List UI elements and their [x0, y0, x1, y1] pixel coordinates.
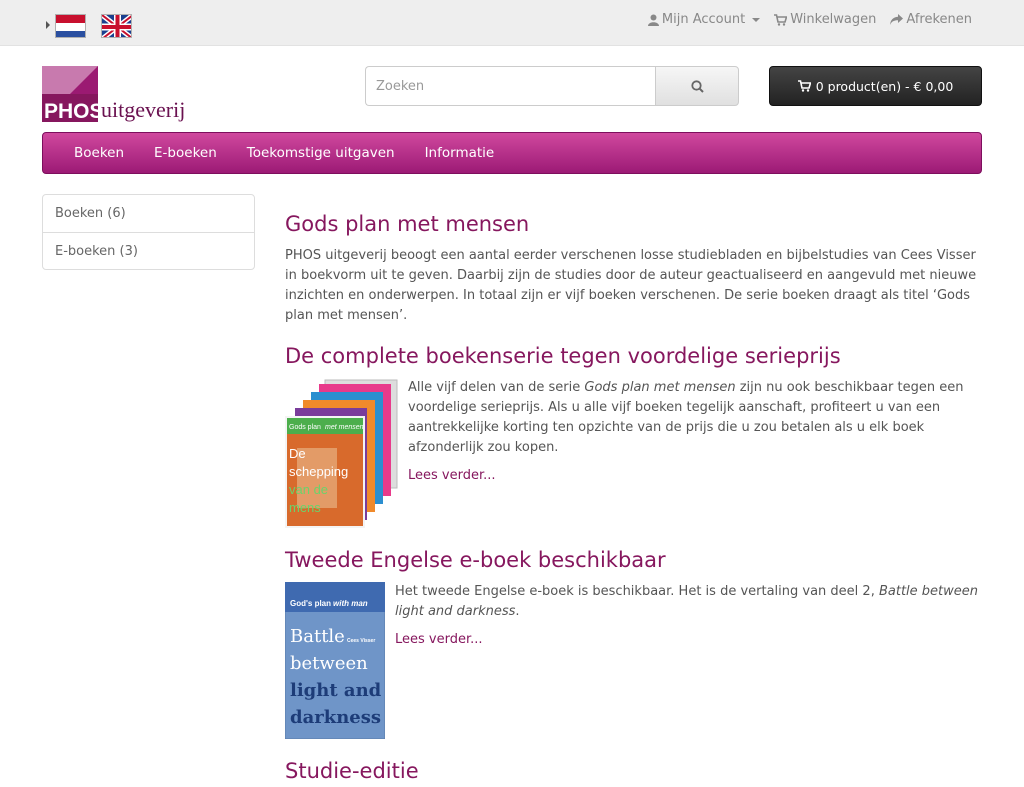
article-ebook: God's plan with man Cees Visser Battle b…: [284, 581, 982, 740]
menu-item-informatie[interactable]: Informatie: [410, 145, 510, 161]
ebook-cover-series-em: with man: [333, 599, 368, 608]
top-bar: Mijn Account Winkelwagen Afrekenen: [0, 0, 1024, 46]
read-more-link[interactable]: Lees verder...: [408, 468, 496, 483]
search-button[interactable]: [655, 66, 739, 106]
series-cover-word: schepping: [289, 464, 348, 479]
checkout-link-label: Afrekenen: [906, 12, 972, 27]
flag-nl-icon[interactable]: [55, 14, 86, 38]
chevron-down-icon: [752, 17, 761, 22]
cart-summary-button[interactable]: 0 product(en) - € 0,00: [769, 66, 982, 106]
cart-icon: [797, 80, 811, 92]
main-content: Gods plan met mensen PHOS uitgeverij beo…: [284, 208, 982, 787]
ebook-cover-word: Battle: [290, 626, 345, 647]
ebook-cover-word: light and: [290, 680, 382, 701]
article-body: Alle vijf delen van de serie Gods plan m…: [408, 378, 982, 528]
share-arrow-icon: [890, 13, 904, 25]
article-body: Het tweede Engelse e-boek is beschikbaar…: [395, 582, 982, 739]
ebook-cover-series: God's plan: [290, 599, 331, 608]
article-text: Alle vijf delen van de serie Gods plan m…: [408, 380, 964, 455]
cart-link[interactable]: Winkelwagen: [774, 12, 876, 27]
search-input[interactable]: [365, 66, 655, 106]
article-title[interactable]: De complete boekenserie tegen voordelige…: [285, 340, 982, 372]
series-cover-word: De: [289, 446, 306, 461]
menu-item-boeken[interactable]: Boeken: [59, 145, 139, 161]
ebook-cover-author: Cees Visser: [347, 638, 375, 644]
read-more-link[interactable]: Lees verder...: [395, 632, 483, 647]
ebook-cover-word: darkness: [290, 707, 381, 728]
my-account-label: Mijn Account: [661, 12, 746, 27]
article-title[interactable]: Studie-editie: [285, 755, 982, 787]
series-cover-label: Gods plan: [289, 424, 321, 431]
book-series-cover-image[interactable]: Gods plan met mensen De schepping van de…: [285, 378, 408, 528]
main-menu: Boeken E-boeken Toekomstige uitgaven Inf…: [42, 132, 982, 174]
site-logo[interactable]: PHOS uitgeverij: [42, 66, 187, 124]
top-navigation: Mijn Account Winkelwagen Afrekenen: [647, 12, 972, 27]
logo-subtitle: uitgeverij: [101, 97, 185, 122]
checkout-link[interactable]: Afrekenen: [890, 12, 972, 27]
cart-icon: [774, 13, 788, 26]
page-title: Gods plan met mensen: [285, 212, 530, 236]
user-icon: [647, 14, 659, 26]
menu-item-toekomstige-uitgaven[interactable]: Toekomstige uitgaven: [232, 145, 410, 161]
cart-link-label: Winkelwagen: [790, 12, 877, 27]
my-account-link[interactable]: Mijn Account: [647, 12, 761, 27]
category-sidebar: Boeken (6) E-boeken (3): [42, 194, 255, 270]
logo-brand: PHOS: [44, 100, 104, 123]
series-cover-label-em: met mensen: [325, 424, 364, 431]
cart-summary-label: 0 product(en) - € 0,00: [815, 78, 954, 94]
sidebar-item-e-boeken[interactable]: E-boeken (3): [43, 232, 254, 269]
intro-text: PHOS uitgeverij beoogt een aantal eerder…: [285, 248, 977, 323]
search-bar: [365, 66, 739, 106]
flag-en-icon[interactable]: [101, 14, 132, 38]
ebook-cover-image[interactable]: God's plan with man Cees Visser Battle b…: [284, 581, 386, 740]
sidebar-item-boeken[interactable]: Boeken (6): [43, 195, 254, 232]
article-title[interactable]: Tweede Engelse e-boek beschikbaar: [285, 544, 982, 576]
ebook-cover-word: between: [290, 653, 368, 674]
series-cover-word: van de: [289, 482, 328, 497]
search-icon: [690, 79, 704, 93]
menu-item-e-boeken[interactable]: E-boeken: [139, 145, 232, 161]
article-series: Gods plan met mensen De schepping van de…: [285, 378, 982, 528]
article-text: Het tweede Engelse e-boek is beschikbaar…: [395, 584, 979, 619]
language-indicator-icon: [46, 21, 50, 29]
series-cover-word: mens: [289, 500, 321, 515]
